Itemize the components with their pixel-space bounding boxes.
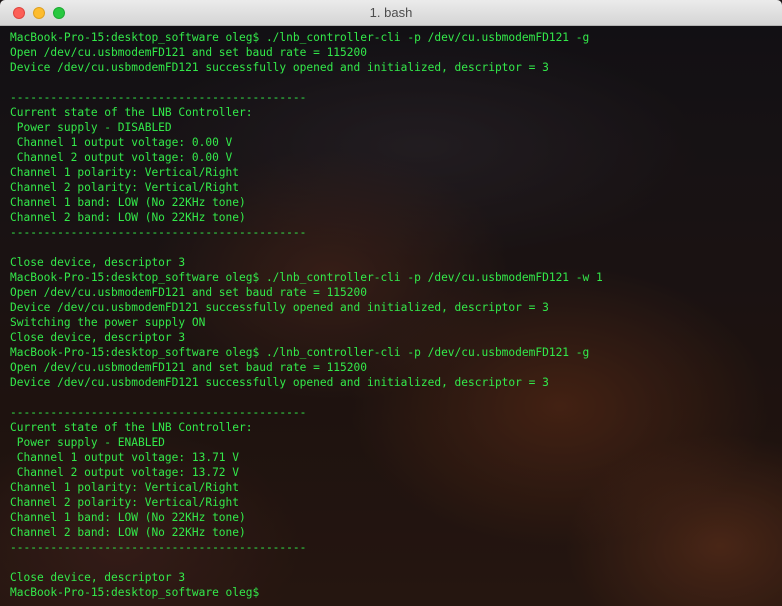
terminal-line: Channel 2 band: LOW (No 22KHz tone)	[10, 526, 246, 539]
terminal-line: MacBook-Pro-15:desktop_software oleg$	[10, 586, 260, 599]
terminal-line: Open /dev/cu.usbmodemFD121 and set baud …	[10, 286, 367, 299]
terminal-line: Device /dev/cu.usbmodemFD121 successfull…	[10, 376, 549, 389]
terminal-line: MacBook-Pro-15:desktop_software oleg$ ./…	[10, 31, 590, 44]
terminal-line: Channel 2 output voltage: 0.00 V	[10, 151, 233, 164]
terminal-line: Channel 1 polarity: Vertical/Right	[10, 166, 240, 179]
terminal-line: Channel 1 output voltage: 0.00 V	[10, 136, 233, 149]
terminal-line: Channel 2 band: LOW (No 22KHz tone)	[10, 211, 246, 224]
terminal-line: ----------------------------------------…	[10, 226, 307, 239]
terminal-line: Channel 2 polarity: Vertical/Right	[10, 496, 240, 509]
terminal-line: ----------------------------------------…	[10, 91, 307, 104]
terminal-line: Channel 1 band: LOW (No 22KHz tone)	[10, 511, 246, 524]
terminal-line: ----------------------------------------…	[10, 406, 307, 419]
terminal-line: ----------------------------------------…	[10, 541, 307, 554]
terminal-line: Close device, descriptor 3	[10, 256, 186, 269]
terminal-line: Power supply - DISABLED	[10, 121, 172, 134]
terminal-line: Channel 2 output voltage: 13.72 V	[10, 466, 240, 479]
terminal-line: Close device, descriptor 3	[10, 331, 186, 344]
terminal-line: Device /dev/cu.usbmodemFD121 successfull…	[10, 61, 549, 74]
terminal-line: MacBook-Pro-15:desktop_software oleg$ ./…	[10, 346, 590, 359]
terminal-line: Current state of the LNB Controller:	[10, 421, 253, 434]
terminal-line: Channel 1 output voltage: 13.71 V	[10, 451, 240, 464]
terminal-line: Channel 1 band: LOW (No 22KHz tone)	[10, 196, 246, 209]
window-title: 1. bash	[369, 5, 413, 20]
terminal-line: Power supply - ENABLED	[10, 436, 165, 449]
terminal-line: Channel 2 polarity: Vertical/Right	[10, 181, 240, 194]
terminal-line: Switching the power supply ON	[10, 316, 206, 329]
terminal-line: MacBook-Pro-15:desktop_software oleg$ ./…	[10, 271, 603, 284]
terminal-output: MacBook-Pro-15:desktop_software oleg$ ./…	[10, 30, 770, 600]
title-bar[interactable]: 1. bash	[0, 0, 782, 26]
terminal-pane[interactable]: MacBook-Pro-15:desktop_software oleg$ ./…	[0, 26, 782, 606]
terminal-line: Device /dev/cu.usbmodemFD121 successfull…	[10, 301, 549, 314]
terminal-line: Channel 1 polarity: Vertical/Right	[10, 481, 240, 494]
terminal-line: Open /dev/cu.usbmodemFD121 and set baud …	[10, 46, 367, 59]
terminal-line: Current state of the LNB Controller:	[10, 106, 253, 119]
terminal-line: Close device, descriptor 3	[10, 571, 186, 584]
terminal-line: Open /dev/cu.usbmodemFD121 and set baud …	[10, 361, 367, 374]
terminal-window: 1. bash MacBook-Pro-15:desktop_software …	[0, 0, 782, 606]
